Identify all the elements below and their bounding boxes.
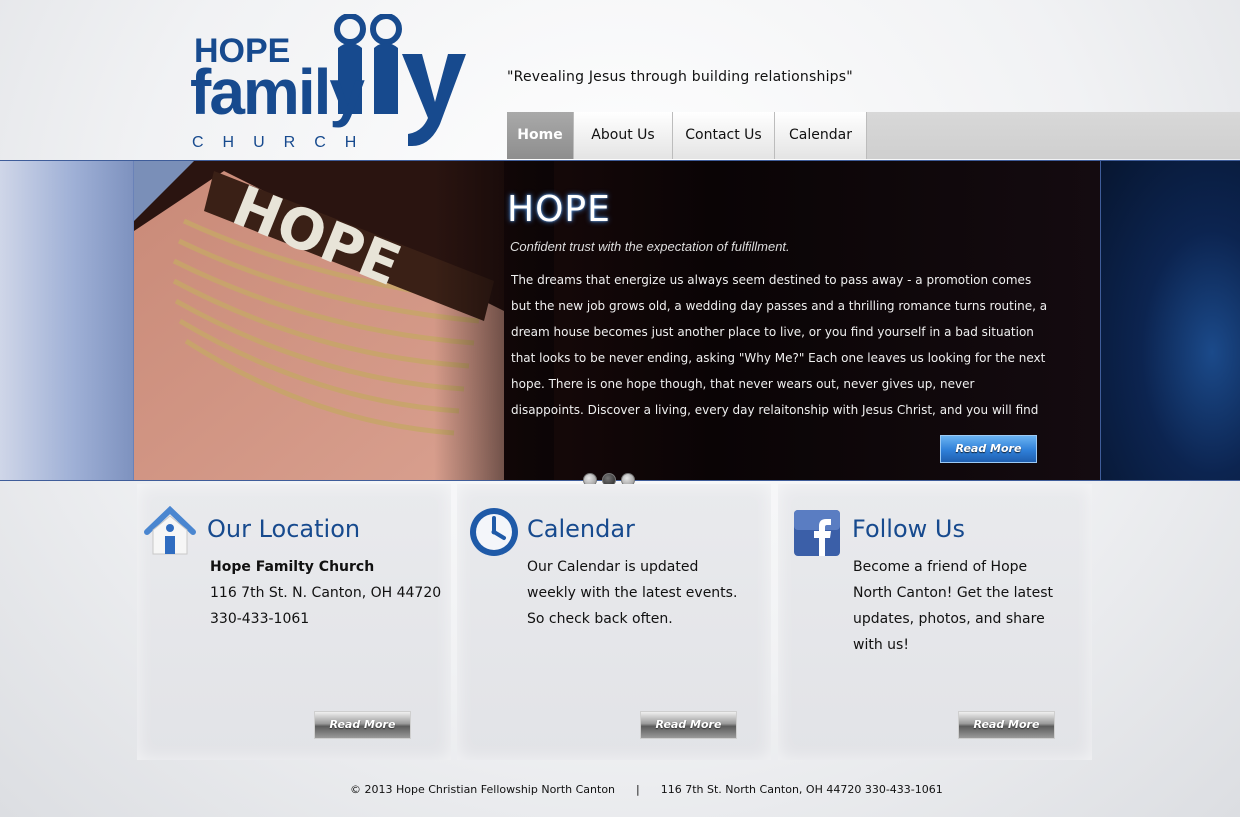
calendar-panel: Calendar Our Calendar is updated weekly … — [457, 484, 771, 760]
nav-contact-us[interactable]: Contact Us — [673, 112, 775, 159]
footer-copyright: © 2013 Hope Christian Fellowship North C… — [350, 783, 616, 796]
slide: HOPE HOPE Confident trust with the expec… — [134, 161, 1100, 480]
nav-about-us[interactable]: About Us — [574, 112, 673, 159]
follow-panel: Follow Us Become a friend of Hope North … — [778, 484, 1092, 760]
location-panel: Our Location Hope Familty Church 116 7th… — [137, 484, 451, 760]
slide-subtitle: Confident trust with the expectation of … — [510, 239, 790, 254]
slider-left-panel — [0, 161, 134, 480]
calendar-text: Our Calendar is updated weekly with the … — [527, 559, 738, 627]
house-icon — [143, 505, 196, 558]
slide-body: The dreams that energize us always seem … — [511, 273, 1048, 417]
calendar-read-more-button[interactable]: Read More — [640, 711, 737, 739]
footer-address: 116 7th St. North Canton, OH 44720 330-4… — [660, 783, 943, 796]
follow-read-more-button[interactable]: Read More — [958, 711, 1055, 739]
calendar-title: Calendar — [527, 515, 635, 543]
logo-family: family — [190, 56, 365, 128]
location-title: Our Location — [207, 515, 361, 543]
location-read-more-button[interactable]: Read More — [314, 711, 411, 739]
logo[interactable]: HOPE family CHURCH — [190, 14, 470, 150]
location-phone: 330-433-1061 — [210, 611, 310, 627]
tagline: "Revealing Jesus through building relati… — [507, 69, 853, 85]
slider-right-panel — [1100, 161, 1240, 480]
location-address: 116 7th St. N. Canton, OH 44720 — [210, 585, 442, 601]
slide-read-more-button[interactable]: Read More — [940, 435, 1037, 463]
location-details: Hope Familty Church 116 7th St. N. Canto… — [210, 554, 445, 632]
footer: © 2013 Hope Christian Fellowship North C… — [350, 783, 943, 796]
clock-icon — [468, 506, 520, 558]
nav-calendar[interactable]: Calendar — [775, 112, 867, 159]
nav-home[interactable]: Home — [507, 112, 574, 159]
follow-title: Follow Us — [852, 515, 965, 543]
slide-title: HOPE — [507, 189, 611, 230]
main-nav: Home About Us Contact Us Calendar — [507, 112, 1240, 159]
facebook-icon[interactable] — [794, 510, 846, 562]
location-name: Hope Familty Church — [210, 559, 375, 575]
footer-separator: | — [636, 783, 640, 796]
follow-text: Become a friend of Hope North Canton! Ge… — [853, 559, 1054, 653]
hero-slider: HOPE HOPE Confident trust with the expec… — [0, 160, 1240, 481]
header: HOPE family CHURCH "Revealing Jesus thro… — [0, 0, 1240, 160]
logo-church: CHURCH — [192, 134, 375, 150]
